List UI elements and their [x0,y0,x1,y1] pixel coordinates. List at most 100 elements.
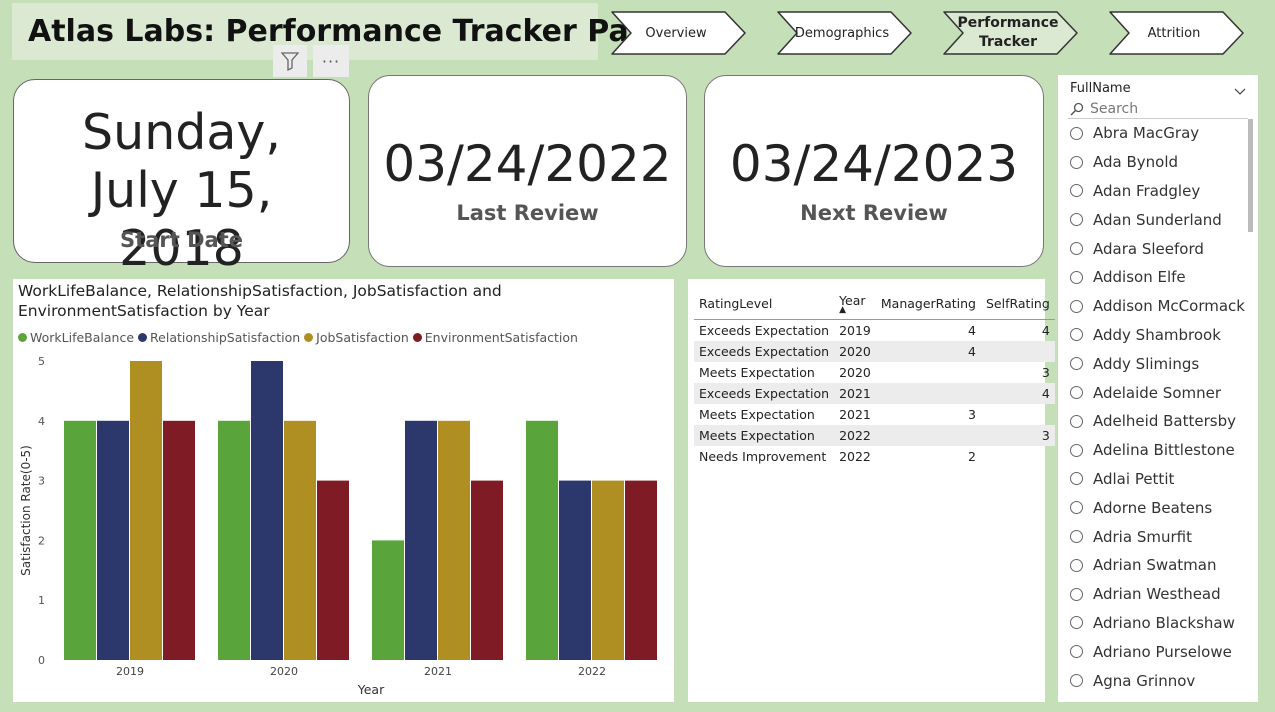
slicer-item[interactable]: Adriano Purselowe [1070,637,1248,666]
slicer-item[interactable]: Adara Sleeford [1070,234,1248,263]
slicer-item[interactable]: Agna Grinnov [1070,666,1248,695]
table-row[interactable]: Meets Expectation 2020 3 [694,362,1055,383]
radio-button-icon [1070,674,1083,688]
bar-2020-JobSatisfaction[interactable] [284,420,316,660]
slicer-item[interactable]: Adlai Pettit [1070,465,1248,494]
page-title-text: Atlas Labs: Performance Tracker Page [28,14,671,49]
slicer-item[interactable]: Adelaide Somner [1070,378,1248,407]
bar-2022-EnvironmentSatisfaction[interactable] [625,480,657,660]
bar-2019-EnvironmentSatisfaction[interactable] [163,420,195,660]
chevron-down-icon[interactable] [1234,81,1246,100]
radio-button-icon [1070,587,1083,601]
slicer-header: FullName [1070,81,1131,96]
col-header-selfrating[interactable]: SelfRating [980,287,1055,320]
slicer-item-label: Adria Smurfit [1093,527,1192,546]
tab-label: Overview [645,25,707,41]
table-cell-managerrating: 2 [968,449,976,464]
x-tick-label: 2020 [270,665,298,678]
tab-performance-tracker[interactable]: Performance Tracker [941,9,1081,57]
table-cell-year: 2022 [839,449,871,464]
bar-2020-WorkLifeBalance[interactable] [218,420,250,660]
filter-icon[interactable] [273,45,307,77]
more-options-icon[interactable]: ··· [313,45,349,77]
slicer-item-label: Addy Slimings [1093,354,1200,373]
legend-label: EnvironmentSatisfaction [424,330,578,345]
bar-2022-WorkLifeBalance[interactable] [526,420,558,660]
table-row[interactable]: Needs Improvement 2022 2 [694,446,1055,467]
legend-label: RelationshipSatisfaction [150,330,301,345]
bar-2020-EnvironmentSatisfaction[interactable] [317,480,349,660]
table-cell-selfrating: 4 [1041,323,1050,338]
bar-2019-WorkLifeBalance[interactable] [64,420,96,660]
bar-2021-JobSatisfaction[interactable] [438,420,470,660]
slicer-item-label: Adelheid Battersby [1093,412,1236,431]
slicer-item[interactable]: Adrian Swatman [1070,551,1248,580]
col-header-managerrating[interactable]: ManagerRating [875,287,981,320]
tab-attrition[interactable]: Attrition [1107,9,1247,57]
bar-2020-RelationshipSatisfaction[interactable] [251,361,283,660]
legend-item[interactable]: JobSatisfaction [304,330,409,345]
legend-dot-icon [138,333,148,342]
more-options-label: ··· [321,51,341,71]
table-row[interactable]: Exceeds Expectation 2020 4 [694,341,1055,362]
slicer-item-label: Adelaide Somner [1093,383,1222,402]
radio-button-icon [1070,443,1083,457]
bar-2019-RelationshipSatisfaction[interactable] [97,420,129,660]
legend-item[interactable]: WorkLifeBalance [18,330,134,345]
tab-overview[interactable]: Overview [609,9,749,57]
legend-item[interactable]: RelationshipSatisfaction [138,330,300,345]
radio-button-icon [1070,184,1083,198]
last-review-card: 03/24/2022 Last Review [368,75,687,267]
bar-2021-RelationshipSatisfaction[interactable] [405,420,437,660]
table-cell-selfrating: 3 [1041,365,1050,380]
table-row[interactable]: Exceeds Expectation 2021 4 [694,383,1055,404]
bar-2022-RelationshipSatisfaction[interactable] [559,480,591,660]
table-row[interactable]: Meets Expectation 2021 3 [694,404,1055,425]
slicer-item-label: Addison McCormack [1093,297,1245,316]
slicer-item[interactable]: Adria Smurfit [1070,522,1248,551]
slicer-item[interactable]: Abra MacGray [1070,119,1248,148]
slicer-item[interactable]: Ada Bynold [1070,148,1248,177]
slicer-item-label: Adriano Purselowe [1093,642,1232,661]
bar-2019-JobSatisfaction[interactable] [130,361,162,660]
table-cell-managerrating: 3 [968,407,976,422]
slicer-item[interactable]: Adelheid Battersby [1070,407,1248,436]
table-cell-selfrating: 3 [980,425,1055,446]
slicer-item[interactable]: Addison McCormack [1070,292,1248,321]
slicer-item-label: Abra MacGray [1093,124,1200,143]
table-row[interactable]: Exceeds Expectation 2019 4 4 [694,320,1055,342]
slicer-item-label: Ada Bynold [1093,153,1179,172]
slicer-item[interactable]: Addison Elfe [1070,263,1248,292]
radio-button-icon [1070,270,1083,284]
legend-item[interactable]: EnvironmentSatisfaction [412,330,578,345]
col-header-ratinglevel[interactable]: RatingLevel [694,287,835,320]
slicer-item-label: Adlai Pettit [1093,469,1175,488]
slicer-item[interactable]: Adan Fradgley [1070,177,1248,206]
table-cell-ratinglevel: Meets Expectation [699,365,815,380]
slicer-item-label: Adriano Blackshaw [1093,613,1235,632]
slicer-item-label: Adrian Swatman [1093,556,1217,575]
slicer-item[interactable]: Adelina Bittlestone [1070,436,1248,465]
slicer-item-label: Addison Elfe [1093,268,1186,287]
y-axis-label: Satisfaction Rate(0-5) [19,445,33,576]
slicer-item-label: Adelina Bittlestone [1093,441,1235,460]
slicer-item[interactable]: Adriano Blackshaw [1070,609,1248,638]
radio-button-icon [1070,501,1083,515]
table-cell-ratinglevel: Needs Improvement [699,449,827,464]
table-row[interactable]: Meets Expectation 2022 3 [694,425,1055,446]
slicer-item[interactable]: Adan Sunderland [1070,205,1248,234]
slicer-search-input[interactable]: Search [1070,101,1138,117]
slicer-item-label: Agna Grinnov [1093,671,1196,690]
table-cell-year: 2021 [834,383,876,404]
col-header-year[interactable]: Year ▲ [834,287,876,320]
bar-2022-JobSatisfaction[interactable] [592,480,624,660]
slicer-item[interactable]: Adorne Beatens [1070,493,1248,522]
slicer-item[interactable]: Addy Slimings [1070,349,1248,378]
bar-2021-WorkLifeBalance[interactable] [372,540,404,660]
tab-demographics[interactable]: Demographics [775,9,915,57]
radio-button-icon [1070,299,1083,313]
slicer-item[interactable]: Adrian Westhead [1070,580,1248,609]
bar-2021-EnvironmentSatisfaction[interactable] [471,480,503,660]
slicer-item[interactable]: Addy Shambrook [1070,321,1248,350]
slicer-scrollbar[interactable] [1248,119,1253,232]
